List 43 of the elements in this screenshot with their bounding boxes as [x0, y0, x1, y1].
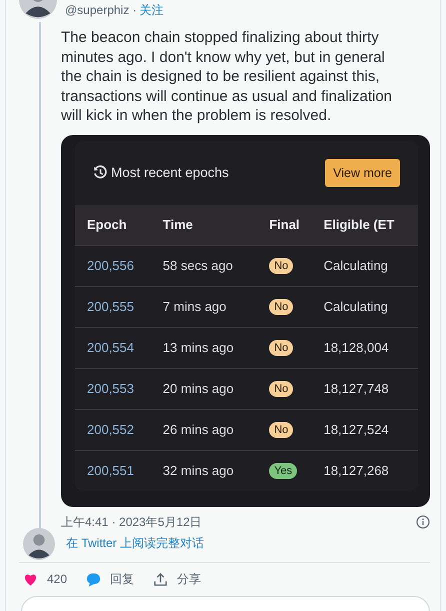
epoch-link[interactable]: 200,554	[75, 327, 151, 368]
like-count: 420	[47, 572, 68, 586]
epoch-link[interactable]: 200,552	[75, 409, 151, 450]
table-cell: 58 secs ago	[150, 245, 258, 286]
share-label[interactable]: 分享	[177, 570, 202, 588]
epoch-link[interactable]: 200,555	[75, 286, 151, 327]
table-cell: 18,128,004	[312, 327, 418, 368]
table-cell: 18,127,524	[312, 409, 418, 450]
reply-label[interactable]: 回复	[110, 570, 134, 588]
column-header: Time	[150, 204, 258, 245]
column-header: Final	[257, 204, 312, 245]
read-conversation-link[interactable]: 在 Twitter 上阅读完整对话	[66, 535, 204, 552]
table-cell: 18,127,748	[312, 368, 418, 409]
final-badge: Yes	[269, 463, 298, 479]
final-badge: No	[269, 422, 294, 438]
follow-link[interactable]: 关注	[140, 2, 164, 18]
table-cell: Calculating	[312, 286, 418, 327]
table-cell: Calculating	[312, 245, 418, 286]
table-cell: 26 mins ago	[150, 409, 258, 450]
timestamp: 上午4:41 · 2023年5月12日	[61, 514, 202, 530]
view-more-button[interactable]: View more	[325, 158, 400, 186]
panel-title: Most recent epochs	[111, 165, 229, 180]
table-cell: 18,127,268	[312, 450, 418, 490]
heart-icon[interactable]	[23, 572, 38, 586]
tweet-text: The beacon chain stopped finalizing about thirty minutes ago. I don't know why yet, but in general the chain is designed to be resilient against this, transactions will continue as usual and finalization will kick in when the problem is resolved.	[61, 28, 394, 126]
table-cell: 13 mins ago	[150, 327, 258, 368]
speech-bubble-icon[interactable]	[86, 572, 102, 586]
epoch-link[interactable]: 200,556	[75, 245, 151, 286]
final-badge: No	[269, 258, 294, 274]
share-icon[interactable]	[153, 572, 168, 586]
epoch-link[interactable]: 200,553	[75, 368, 151, 409]
history-icon	[93, 165, 108, 180]
column-header: Epoch	[75, 204, 151, 245]
info-icon[interactable]	[416, 515, 430, 529]
final-badge: No	[269, 340, 294, 356]
column-header: Eligible (ET	[312, 204, 418, 245]
epoch-link[interactable]: 200,551	[75, 450, 151, 490]
table-cell: 7 mins ago	[150, 286, 258, 327]
table-cell: 32 mins ago	[150, 450, 258, 490]
final-badge: No	[269, 299, 294, 315]
author-handle: @superphiz ·	[65, 3, 137, 17]
table-cell: 20 mins ago	[150, 368, 258, 409]
final-badge: No	[269, 381, 294, 397]
